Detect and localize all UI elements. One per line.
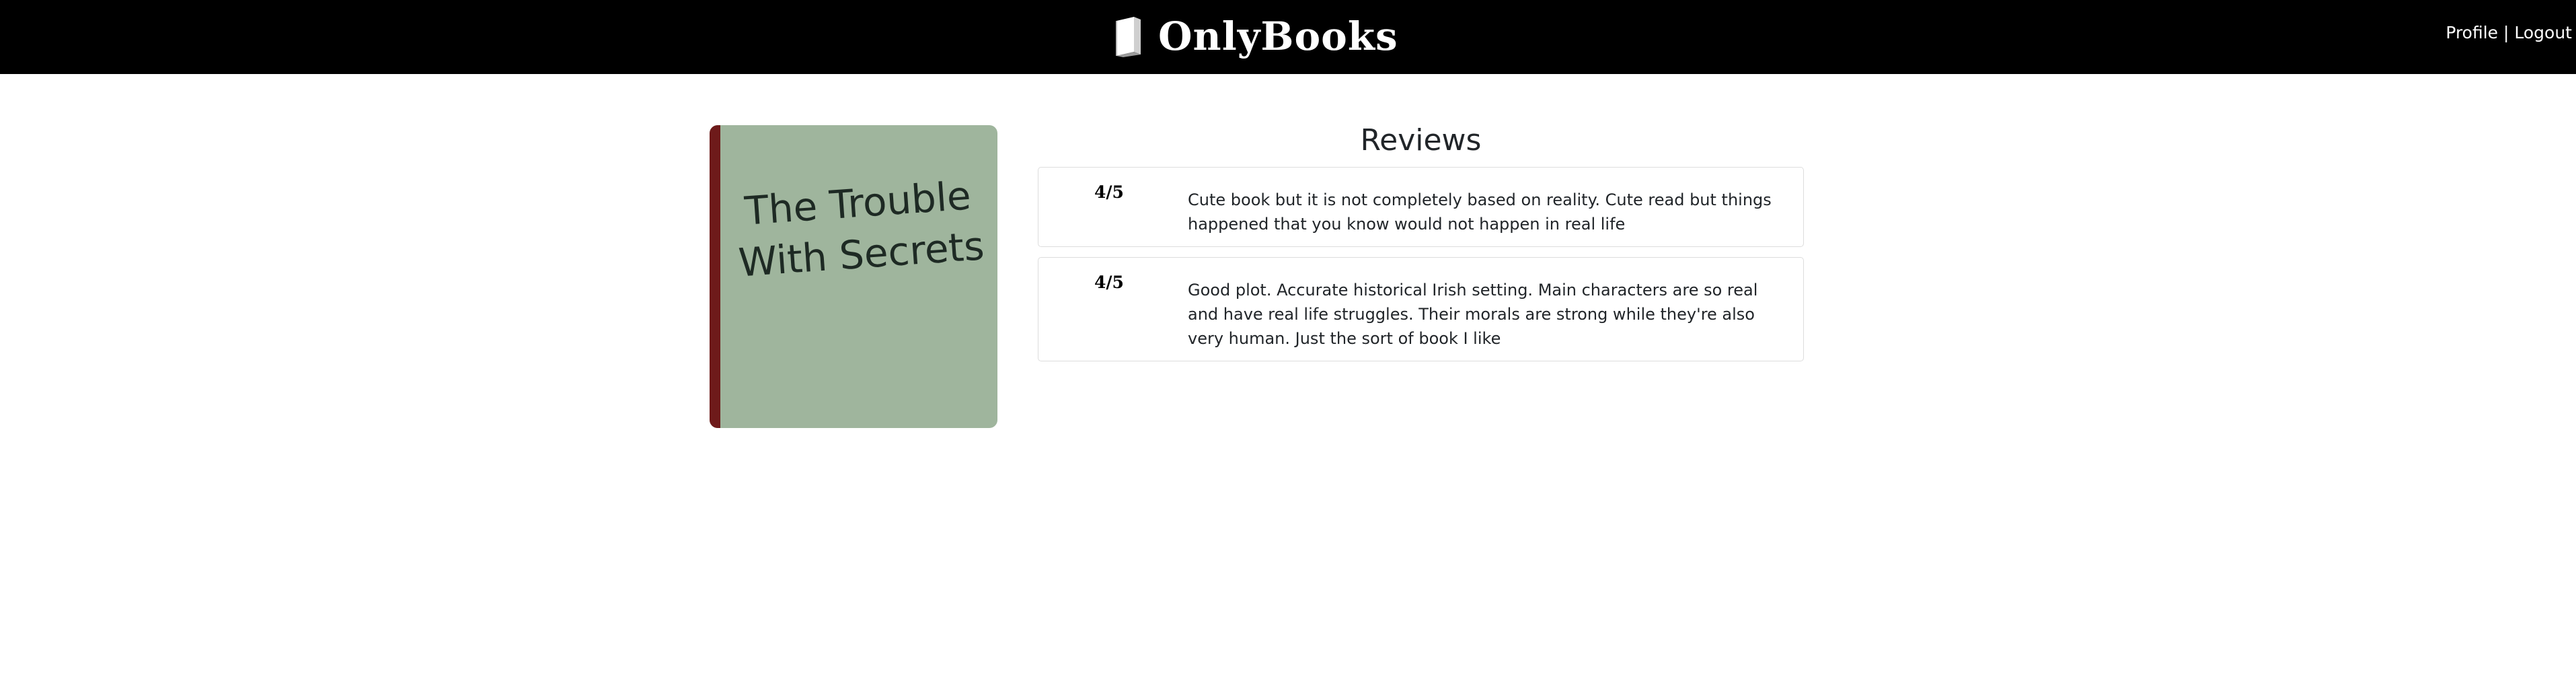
reviews-heading: Reviews <box>1360 123 1482 157</box>
brand-logo[interactable]: OnlyBooks <box>1112 9 1398 63</box>
nav-separator: | <box>2503 23 2509 42</box>
profile-link[interactable]: Profile <box>2446 23 2498 42</box>
book-cover: The Trouble With Secrets <box>710 125 997 428</box>
brand-name: OnlyBooks <box>1158 13 1398 59</box>
review-rating: 4/5 <box>1094 273 1124 292</box>
book-spine <box>710 125 720 428</box>
review-text: Good plot. Accurate historical Irish set… <box>1188 281 1758 348</box>
nav-links: Profile | Logout <box>2446 23 2572 42</box>
book-title: The Trouble With Secrets <box>736 172 986 286</box>
book-icon <box>1116 17 1141 57</box>
logout-link[interactable]: Logout <box>2514 23 2572 42</box>
review-text: Cute book but it is not completely based… <box>1188 190 1772 234</box>
review-card: 4/5 Cute book but it is not completely b… <box>1038 167 1804 247</box>
review-card: 4/5 Good plot. Accurate historical Irish… <box>1038 257 1804 361</box>
top-navbar: OnlyBooks Profile | Logout <box>0 0 2576 74</box>
review-rating: 4/5 <box>1094 182 1124 202</box>
